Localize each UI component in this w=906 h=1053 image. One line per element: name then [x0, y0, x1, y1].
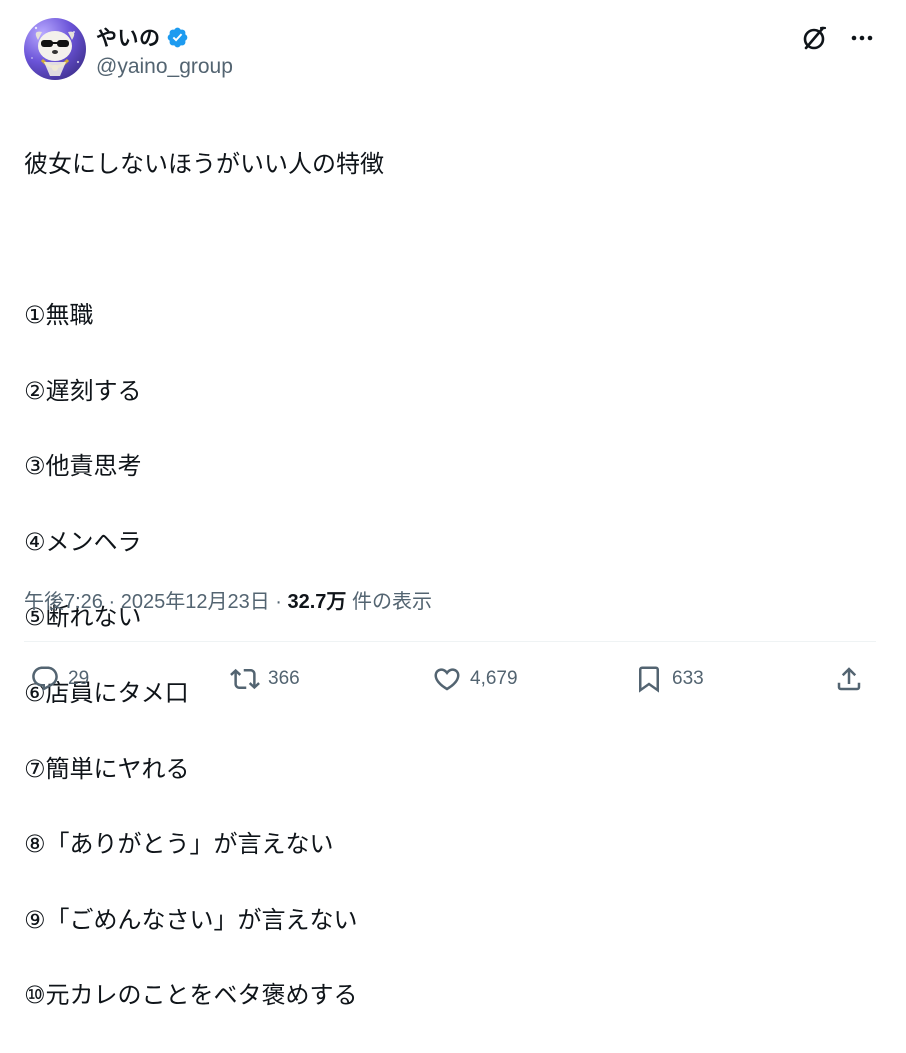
meta-separator: · — [269, 591, 288, 613]
share-button[interactable] — [834, 656, 864, 702]
bookmark-count: 633 — [672, 668, 704, 689]
user-handle[interactable]: @yaino_group — [96, 55, 233, 79]
retweet-count: 366 — [268, 668, 300, 689]
tweet-line: ①無職 — [24, 300, 94, 329]
more-options-icon[interactable] — [848, 24, 876, 52]
tweet-line: ⑦簡単にヤれる — [24, 754, 190, 783]
tweet-line: ⑨「ごめんなさい」が言えない — [24, 905, 358, 934]
meta-separator: · — [102, 591, 121, 613]
tweet-line: ⑧「ありがとう」が言えない — [24, 830, 334, 859]
reply-count: 29 — [68, 668, 90, 689]
tweet-text: 彼女にしないほうがいい人の特徴 ①無職 ②遅刻する ③他責思考 ④メンヘラ ⑤断… — [24, 108, 884, 1053]
retweet-button[interactable]: 366 — [230, 656, 300, 702]
grok-icon[interactable] — [800, 24, 828, 52]
bookmark-button[interactable]: 633 — [634, 656, 704, 702]
tweet-meta: 午後7:26 · 2025年12月23日 · 32.7万 件の表示 — [24, 585, 432, 614]
tweet-header: やいの @yaino_group — [24, 18, 884, 84]
tweet-line: 彼女にしないほうがいい人の特徴 — [24, 149, 384, 178]
views-label: 件の表示 — [346, 591, 432, 613]
reply-icon — [30, 664, 60, 694]
share-icon — [834, 664, 864, 694]
reply-button[interactable]: 29 — [30, 656, 89, 702]
tweet-line: ④メンヘラ — [24, 527, 142, 556]
tweet-time[interactable]: 午後7:26 — [24, 591, 103, 613]
display-name[interactable]: やいの — [96, 22, 161, 52]
retweet-icon — [230, 664, 260, 694]
tweet-line: ②遅刻する — [24, 376, 142, 405]
verified-badge-icon — [166, 26, 189, 49]
avatar[interactable] — [24, 18, 86, 80]
engagement-bar: 29 366 4,679 633 — [24, 656, 876, 702]
bookmark-icon — [634, 664, 664, 694]
heart-icon — [432, 664, 462, 694]
tweet-line — [24, 221, 884, 259]
like-button[interactable]: 4,679 — [432, 656, 518, 702]
views-count[interactable]: 32.7万 — [287, 591, 346, 613]
divider — [24, 641, 876, 642]
tweet-line: ③他責思考 — [24, 452, 142, 481]
like-count: 4,679 — [470, 668, 518, 689]
tweet-date[interactable]: 2025年12月23日 — [121, 591, 270, 613]
tweet-line: ⑩元カレのことをベタ褒めする — [24, 981, 358, 1010]
